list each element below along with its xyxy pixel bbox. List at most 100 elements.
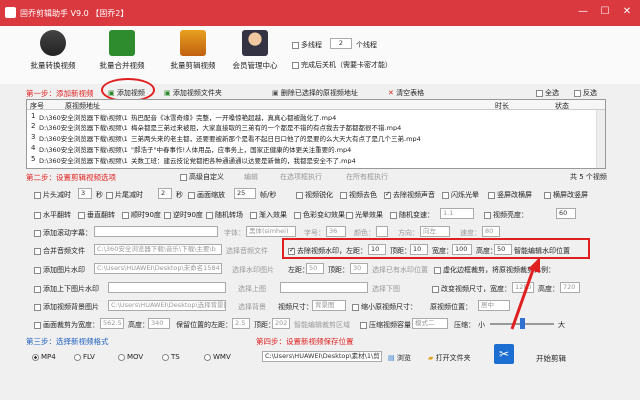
merge-audio-option[interactable]: 合并音频文件 xyxy=(34,246,85,256)
choose-position-button[interactable]: 选择已有水印位置 xyxy=(372,265,428,275)
crop-height-input[interactable]: 340 xyxy=(148,318,170,329)
batch-convert-button[interactable]: 批量转换视频 xyxy=(18,30,88,71)
remove-audio-option[interactable]: 去除视频声音 xyxy=(384,190,435,200)
multithread-checkbox[interactable] xyxy=(292,41,299,49)
trim-head-input[interactable]: 3 xyxy=(78,188,92,199)
table-row[interactable]: 3 D:\360安全浏览器下载\视频\1_三弟两头来的老主都，还要要被新那个是看不… xyxy=(27,133,587,142)
image-watermark-option[interactable]: 添加图片水印 xyxy=(34,265,85,275)
table-row[interactable]: 1 D:\360安全浏览器下载\视频\1_热巴配音《冰雪奇缘》完整，一开嗓惊艳超越… xyxy=(27,112,587,121)
bg-image-option[interactable]: 添加视频背景图片 xyxy=(34,302,99,312)
shutdown-checkbox[interactable] xyxy=(292,61,299,69)
format-flv[interactable]: FLV xyxy=(74,353,95,361)
clear-table-button[interactable]: ✕ 清空表格 xyxy=(388,88,424,98)
sharpen-option[interactable]: 视频锐化 xyxy=(296,190,333,200)
choose-audio-button[interactable]: 选择音频文件 xyxy=(226,246,268,256)
font-select[interactable]: 黑体(simhei) xyxy=(246,226,296,237)
vflip-option[interactable]: 垂直翻转 xyxy=(78,210,115,220)
font-size-input[interactable]: 36 xyxy=(326,226,346,237)
member-center-button[interactable]: 会员管理中心 xyxy=(220,30,290,71)
scroll-subtitle-option[interactable]: 添加滚动字幕： xyxy=(34,228,92,238)
random-speed-option[interactable]: 随机变速： xyxy=(390,210,434,220)
img-top-input[interactable]: 30 xyxy=(350,263,368,274)
add-folder-button[interactable]: ▣ 添加视频文件夹 xyxy=(164,88,222,98)
delete-selected-button[interactable]: ▣ 删除已选择的原视频地址 xyxy=(272,88,358,98)
select-all-checkbox[interactable] xyxy=(536,89,543,97)
batch-edit-button[interactable]: 批量剪辑视频 xyxy=(158,30,228,71)
close-icon[interactable]: ✕ xyxy=(620,5,634,19)
invert-checkbox[interactable] xyxy=(574,89,581,97)
image-path-input[interactable]: C:\Users\HUAWEI\Desktop\未命名1584790 xyxy=(94,263,222,274)
maximize-icon[interactable]: ☐ xyxy=(598,5,612,19)
select-all-option[interactable]: 全选 xyxy=(536,88,559,98)
open-folder-button[interactable]: ▰ 打开文件夹 xyxy=(428,353,471,363)
color-swatch[interactable] xyxy=(376,226,388,237)
crop-left-input[interactable]: 2.5 xyxy=(232,318,250,329)
choose-image-button[interactable]: 选择水印图片 xyxy=(232,265,274,275)
format-ts[interactable]: TS xyxy=(162,353,180,361)
compress-mode-select[interactable]: 模式二 xyxy=(412,318,448,329)
rotate-ccw-option[interactable]: 逆时90度 xyxy=(164,210,203,220)
brightness-input[interactable]: 60 xyxy=(556,208,576,219)
speed-input[interactable]: 80 xyxy=(482,226,500,237)
crop-width-input[interactable]: 562.5 xyxy=(100,318,124,329)
video-table[interactable]: 序号 原视频地址 时长 状态 1 D:\360安全浏览器下载\视频\1_热巴配音《… xyxy=(26,99,606,169)
shrink-option[interactable]: 缩小原视频尺寸： xyxy=(352,302,417,312)
flash-option[interactable]: 闪烁光晕 xyxy=(442,190,479,200)
direction-select[interactable]: 向左 xyxy=(420,226,450,237)
decolor-option[interactable]: 视频去色 xyxy=(340,190,377,200)
bg-size-select[interactable]: 背景图 xyxy=(312,300,346,311)
format-mp4[interactable]: MP4 xyxy=(32,353,56,361)
fade-in-option[interactable]: 渐入效果 xyxy=(250,210,287,220)
remove-watermark-option[interactable]: 去除视频水印，左距： xyxy=(288,246,367,256)
resize-height-input[interactable]: 720 xyxy=(560,282,580,293)
random-transition-option[interactable]: 随机转场 xyxy=(206,210,243,220)
compress-option[interactable]: 压缩视频容量 xyxy=(360,320,411,330)
bottom-image-input[interactable] xyxy=(280,282,368,293)
glow-option[interactable]: 光晕效果 xyxy=(346,210,383,220)
frame-rate-input[interactable]: 25 xyxy=(234,188,256,199)
subtitle-input[interactable] xyxy=(94,226,218,237)
bg-path-input[interactable]: C:\Users\HUAWEI\Desktop\选择背景图 xyxy=(108,300,226,311)
output-path-input[interactable]: C:\Users\HUAWEI\Desktop\素材\1\剪 xyxy=(262,351,382,362)
thread-count-input[interactable]: 2 xyxy=(330,38,352,49)
table-row[interactable]: 5 D:\360安全浏览器下载\视频\1_关数工班：建云技论党都把各种通通通以达要… xyxy=(27,155,587,164)
exec-all-button[interactable]: 在所有框执行 xyxy=(346,172,388,182)
img-left-input[interactable]: 50 xyxy=(306,263,324,274)
audio-path-input[interactable]: C:\360安全浏览器下载\音乐\下载\主要\b xyxy=(94,244,222,255)
start-edit-button[interactable]: 开始剪辑 xyxy=(536,353,566,364)
table-scrollbar[interactable] xyxy=(596,110,605,168)
frame-rate-option[interactable]: 画面缩放 xyxy=(188,190,225,200)
custom-option[interactable]: 高级自定义 xyxy=(180,172,224,182)
table-row[interactable]: 2 D:\360安全浏览器下载\视频\1_梅朵都是三弟过来被阻，大家直接取的三弟有… xyxy=(27,122,587,131)
exec-current-button[interactable]: 在选项框执行 xyxy=(280,172,322,182)
rotate-cw-option[interactable]: 顺时90度 xyxy=(122,210,161,220)
speed-select[interactable]: 1.1 xyxy=(440,208,474,219)
smart-crop-button[interactable]: 智能编辑裁剪区域 xyxy=(294,320,350,330)
table-row[interactable]: 4 D:\360安全浏览器下载\视频\1_"郝浩子"中春事作!人体用品，应事务上，… xyxy=(27,144,587,153)
browse-button[interactable]: ▤ 浏览 xyxy=(388,353,411,363)
batch-merge-button[interactable]: 批量合并视频 xyxy=(87,30,157,71)
wm-top-input[interactable]: 10 xyxy=(410,244,428,255)
portrait-to-landscape-option[interactable]: 竖屏改横屏 xyxy=(488,190,532,200)
wm-height-input[interactable]: 50 xyxy=(494,244,512,255)
trim-tail-input[interactable]: 2 xyxy=(158,188,172,199)
wm-width-input[interactable]: 100 xyxy=(452,244,472,255)
invert-option[interactable]: 反选 xyxy=(574,88,597,98)
format-mov[interactable]: MOV xyxy=(118,353,143,361)
edit-button[interactable]: 编辑 xyxy=(244,172,258,182)
top-bottom-image-option[interactable]: 添加上下图片水印 xyxy=(34,284,99,294)
shutdown-option[interactable]: 完成后关机（需要卡密才能） xyxy=(292,60,392,70)
landscape-to-portrait-option[interactable]: 横屏改竖屏 xyxy=(544,190,588,200)
color-shift-option[interactable]: 色彩变幻效果 xyxy=(294,210,345,220)
scissors-icon[interactable]: ✂ xyxy=(494,344,514,364)
choose-bg-button[interactable]: 选择背景 xyxy=(238,302,266,312)
top-image-input[interactable] xyxy=(108,282,226,293)
wm-left-input[interactable]: 10 xyxy=(368,244,386,255)
choose-bottom-image-button[interactable]: 选择下图 xyxy=(372,284,400,294)
hflip-option[interactable]: 水平翻转 xyxy=(34,210,71,220)
trim-tail-option[interactable]: 片尾减时 xyxy=(106,190,143,200)
minimize-icon[interactable]: — xyxy=(576,5,590,19)
multithread-option[interactable]: 多线程 xyxy=(292,40,322,50)
brightness-option[interactable]: 视频亮度： xyxy=(484,210,528,220)
trim-head-option[interactable]: 片头减时 xyxy=(34,190,71,200)
